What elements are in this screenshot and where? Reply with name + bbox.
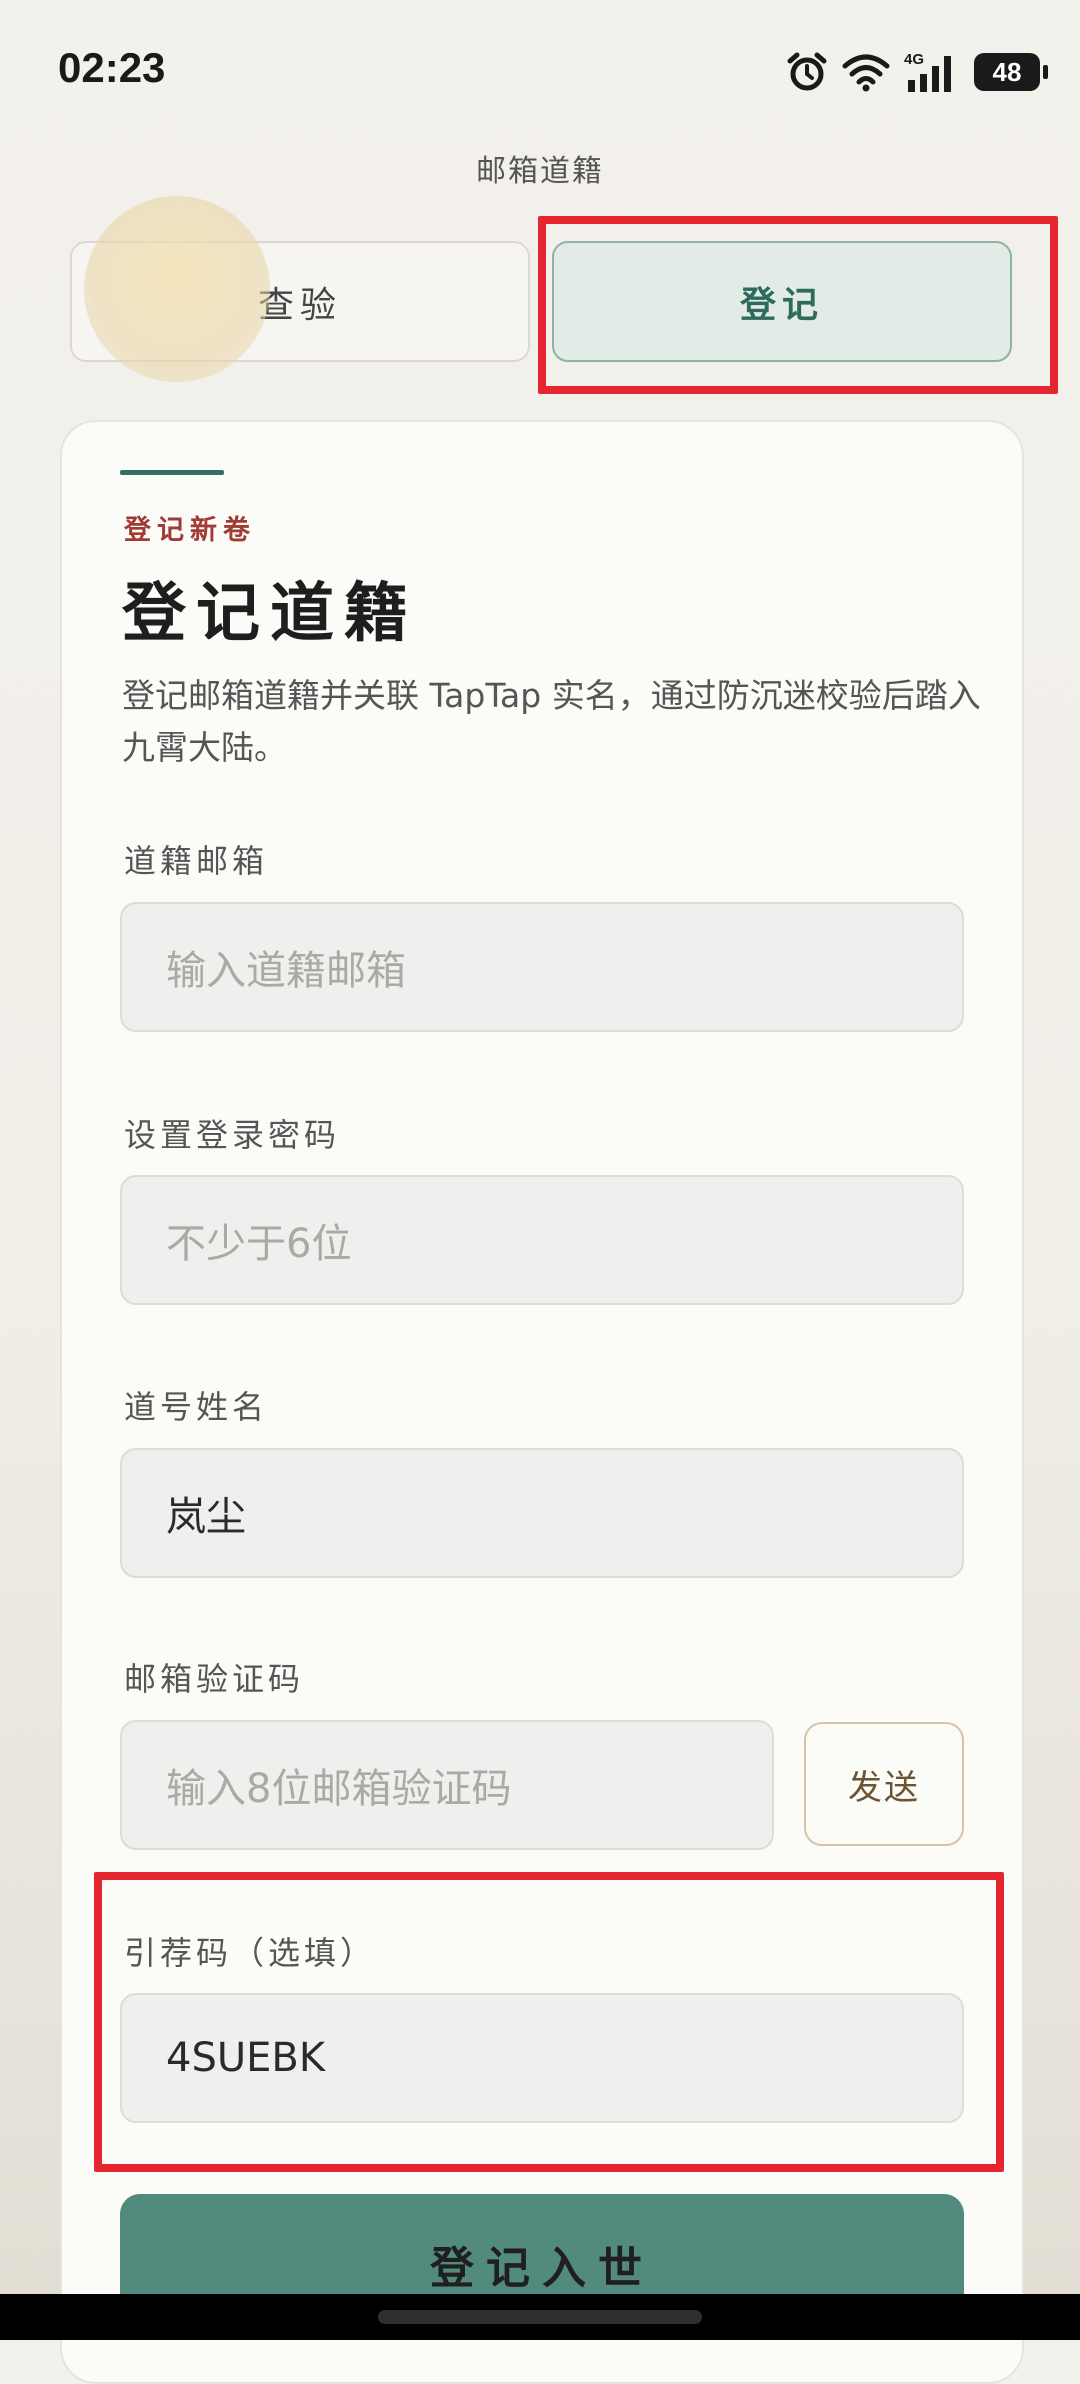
home-indicator[interactable] (378, 2310, 702, 2324)
name-label: 道号姓名 (124, 1388, 269, 1426)
card-description: 登记邮箱道籍并关联 TapTap 实名，通过防沉迷校验后踏入九霄大陆。 (122, 676, 981, 767)
status-time: 02:23 (58, 44, 166, 91)
name-field[interactable]: 岚尘 (120, 1448, 964, 1578)
wifi-icon (842, 54, 890, 92)
tab-register[interactable]: 登记 (552, 241, 1012, 362)
alarm-icon (787, 52, 827, 91)
svg-text:4G: 4G (904, 51, 924, 68)
page-heading: 邮箱道籍 (476, 154, 604, 189)
status-icons: 4G 48 (786, 48, 1048, 96)
battery-icon: 48 (974, 53, 1048, 91)
card-title: 登记道籍 (122, 577, 418, 651)
email-label: 道籍邮箱 (124, 842, 269, 880)
register-card: 登记新卷 登记道籍 登记邮箱道籍并关联 TapTap 实名，通过防沉迷校验后踏入… (60, 420, 1024, 2384)
referral-field[interactable]: 4SUEBK (120, 1993, 964, 2123)
accent-line (120, 470, 224, 475)
tab-check[interactable]: 查验 (70, 241, 530, 362)
password-label: 设置登录密码 (124, 1116, 341, 1154)
card-eyebrow: 登记新卷 (124, 515, 256, 546)
code-field[interactable]: 输入8位邮箱验证码 (120, 1720, 774, 1850)
email-field[interactable]: 输入道籍邮箱 (120, 902, 964, 1032)
send-code-button[interactable]: 发送 (804, 1722, 964, 1846)
password-field[interactable]: 不少于6位 (120, 1175, 964, 1305)
referral-label: 引荐码（选填） (124, 1934, 377, 1972)
signal-icon: 4G (904, 51, 951, 92)
status-bar: 02:23 4G 48 (0, 0, 1080, 140)
code-label: 邮箱验证码 (124, 1660, 305, 1698)
